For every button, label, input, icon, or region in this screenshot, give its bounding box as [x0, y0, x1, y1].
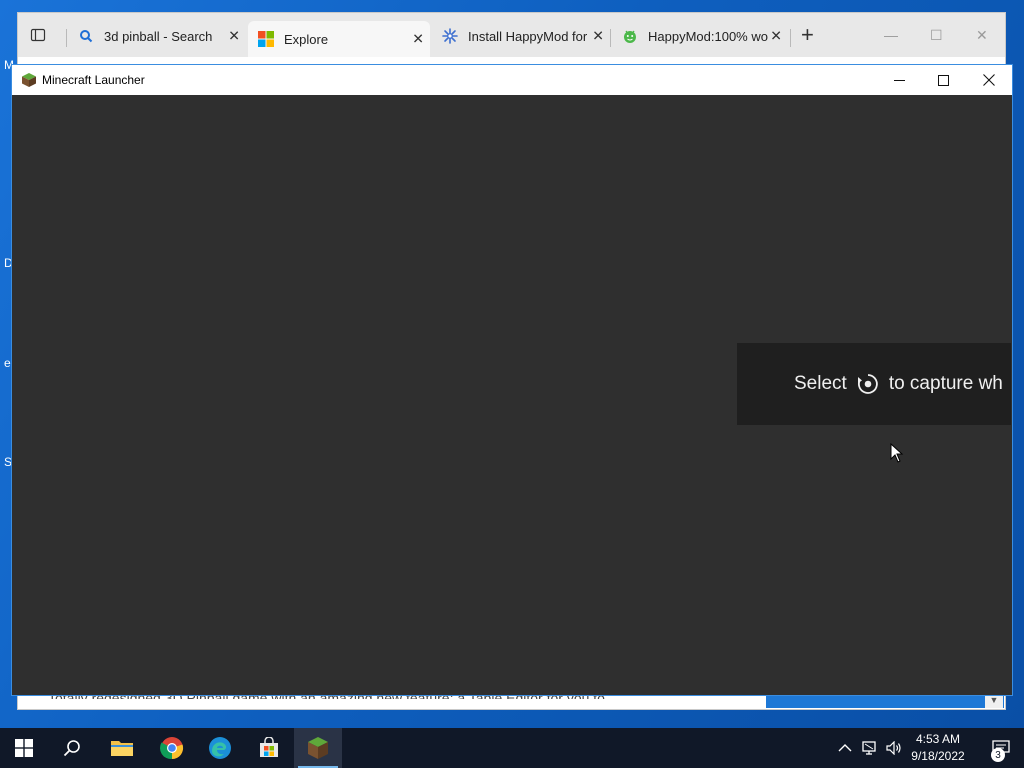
taskbar-store[interactable]: [245, 728, 293, 768]
toast-text: to capture wh: [888, 373, 1003, 394]
volume-icon[interactable]: [886, 728, 902, 768]
taskbar-chrome[interactable]: [148, 728, 196, 768]
search-icon: [78, 28, 94, 44]
clock-date: 9/18/2022: [911, 749, 965, 763]
tab-install-happymod[interactable]: Install HappyMod for ✕: [432, 21, 610, 51]
chrome-icon: [160, 737, 184, 760]
window-title: Minecraft Launcher: [42, 73, 145, 87]
clock-time: 4:53 AM: [915, 732, 961, 746]
taskbar-clock[interactable]: 4:53 AM 9/18/2022: [904, 731, 972, 765]
happymod-face-icon: [622, 28, 638, 44]
close-tab-icon[interactable]: ✕: [770, 28, 782, 45]
tab-title: Install HappyMod for: [468, 28, 588, 44]
toast-text: Select: [794, 373, 847, 394]
minimize-icon[interactable]: [876, 65, 922, 95]
taskbar: 4:53 AM 9/18/2022: [0, 728, 1024, 768]
network-icon[interactable]: [862, 728, 880, 768]
new-tab-button[interactable]: +: [801, 24, 814, 46]
desktop-icon-label[interactable]: e: [4, 356, 11, 370]
start-button[interactable]: [0, 728, 48, 768]
minecraft-icon: [308, 737, 328, 759]
tab-title: Explore: [284, 31, 329, 47]
edge-icon: [209, 737, 231, 759]
title-bar[interactable]: Minecraft Launcher: [12, 65, 1012, 95]
taskbar-search-button[interactable]: [48, 728, 96, 768]
file-explorer-icon: [111, 741, 133, 756]
close-icon[interactable]: ✕: [976, 27, 988, 44]
tab-title: 3d pinball - Search: [104, 28, 213, 44]
close-tab-icon[interactable]: ✕: [412, 31, 424, 48]
launcher-content: Select to capture wh: [12, 95, 1012, 695]
search-icon: [63, 740, 80, 757]
taskbar-edge[interactable]: [196, 728, 244, 768]
game-bar-capture-toast: Select to capture wh: [737, 343, 1011, 425]
tab-explore[interactable]: Explore ✕: [248, 21, 430, 57]
page-banner: [766, 696, 1004, 708]
maximize-icon[interactable]: [920, 65, 966, 95]
happymod-star-icon: [442, 28, 458, 44]
capture-record-icon: [857, 373, 879, 395]
show-hidden-icons[interactable]: [838, 728, 852, 768]
minecraft-icon: [21, 72, 37, 88]
tab-happymod[interactable]: HappyMod:100% wo ✕: [612, 21, 788, 51]
minimize-icon[interactable]: —: [884, 27, 898, 43]
maximize-icon[interactable]: ☐: [930, 27, 943, 44]
taskbar-file-explorer[interactable]: [98, 728, 146, 768]
store-icon: [260, 737, 278, 757]
tab-3d-pinball-search[interactable]: 3d pinball - Search ✕: [68, 21, 246, 51]
tab-bar: 3d pinball - Search ✕ Explore ✕ Install …: [18, 13, 1005, 57]
taskbar-minecraft[interactable]: [294, 728, 342, 768]
notification-count-badge: 3: [991, 748, 1005, 762]
start-icon: [15, 739, 33, 757]
chevron-up-icon: [838, 744, 852, 752]
close-tab-icon[interactable]: ✕: [228, 28, 240, 45]
tab-actions-icon[interactable]: [30, 27, 46, 43]
close-tab-icon[interactable]: ✕: [592, 28, 604, 45]
microsoft-icon: [258, 31, 274, 47]
close-icon[interactable]: [966, 65, 1012, 95]
minecraft-launcher-window: Minecraft Launcher Select to capture wh: [11, 64, 1013, 696]
mouse-cursor-icon: [890, 443, 904, 463]
tab-title: HappyMod:100% wo: [648, 28, 768, 44]
